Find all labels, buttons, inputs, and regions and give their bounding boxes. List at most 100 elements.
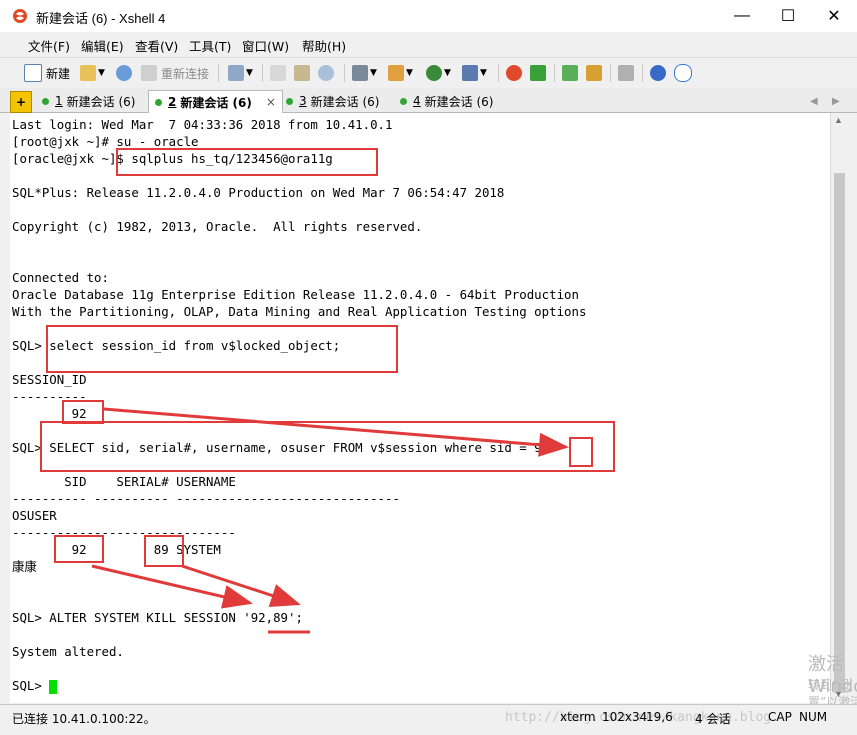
add-session-button[interactable]: + bbox=[10, 91, 32, 113]
chat-button[interactable] bbox=[674, 63, 692, 83]
copy-icon bbox=[270, 65, 286, 81]
scroll-up-icon[interactable]: ▲ bbox=[834, 115, 843, 125]
menu-file[interactable]: 文件(F) bbox=[28, 36, 70, 55]
open-button[interactable]: ▼ bbox=[80, 63, 105, 83]
scrollbar-thumb[interactable] bbox=[834, 173, 845, 693]
terminal-line: 92 89 SYSTEM bbox=[12, 542, 221, 557]
tab-close-icon[interactable]: × bbox=[266, 95, 276, 109]
transfer-icon bbox=[388, 65, 404, 81]
xftp-icon bbox=[530, 65, 546, 81]
terminal-line: SQL> ALTER SYSTEM KILL SESSION '92,89'; bbox=[12, 610, 303, 625]
chevron-down-icon: ▼ bbox=[480, 68, 487, 78]
copy-button[interactable] bbox=[270, 63, 286, 83]
terminal-line: With the Partitioning, OLAP, Data Mining… bbox=[12, 304, 587, 319]
print-button[interactable]: ▼ bbox=[352, 63, 377, 83]
terminal-line: OSUSER bbox=[12, 508, 57, 523]
tab-label: 新建会话 (6) bbox=[66, 94, 136, 109]
connection-status: 已连接 10.41.0.100:22。 bbox=[12, 712, 156, 726]
reconnect-icon bbox=[141, 65, 157, 81]
terminal-line: Last login: Wed Mar 7 04:33:36 2018 from… bbox=[12, 117, 393, 132]
chevron-down-icon: ▼ bbox=[444, 68, 451, 78]
globe-button[interactable]: ▼ bbox=[426, 63, 451, 83]
properties-button[interactable]: ▼ bbox=[228, 63, 253, 83]
cap-indicator: CAP bbox=[768, 710, 792, 724]
layout-button[interactable] bbox=[562, 63, 578, 83]
tab-number: 3 bbox=[299, 94, 307, 108]
terminal-line: 康康 bbox=[12, 559, 37, 574]
tab-session-2[interactable]: 2 新建会话 (6) × bbox=[148, 90, 283, 113]
tab-session-3[interactable]: 3 新建会话 (6) bbox=[280, 91, 379, 111]
xshell-button[interactable] bbox=[506, 63, 522, 83]
terminal-scrollbar[interactable]: ▲ ▼ bbox=[830, 113, 848, 703]
new-session-icon bbox=[24, 64, 42, 82]
globe-icon bbox=[426, 65, 442, 81]
xshell-app-icon bbox=[13, 9, 27, 23]
terminal-type: xterm bbox=[560, 710, 596, 724]
menu-edit[interactable]: 编辑(E) bbox=[81, 36, 124, 55]
paste-button[interactable] bbox=[294, 63, 310, 83]
print-icon bbox=[352, 65, 368, 81]
tab-number: 4 bbox=[413, 94, 421, 108]
terminal-line: Oracle Database 11g Enterprise Edition R… bbox=[12, 287, 579, 302]
layout-icon bbox=[562, 65, 578, 81]
menu-help[interactable]: 帮助(H) bbox=[302, 36, 346, 55]
title-bar: 新建会话 (6) - Xshell 4 — ☐ ✕ bbox=[0, 0, 857, 32]
font-icon bbox=[462, 65, 478, 81]
new-session-label: 新建 bbox=[46, 66, 71, 81]
xshell-icon bbox=[506, 65, 522, 81]
lock-button[interactable] bbox=[586, 63, 602, 83]
terminal-line: SQL> bbox=[12, 677, 58, 694]
highlight-box-locked-object bbox=[46, 325, 398, 373]
highlight-box-serial bbox=[144, 535, 184, 567]
maximize-button[interactable]: ☐ bbox=[765, 0, 811, 32]
terminal-line: ---------- ---------- ------------------… bbox=[12, 491, 400, 506]
menu-window[interactable]: 窗口(W) bbox=[242, 36, 289, 55]
chevron-down-icon: ▼ bbox=[98, 68, 105, 78]
window-title: 新建会话 (6) - Xshell 4 bbox=[36, 11, 166, 26]
keyboard-button[interactable] bbox=[618, 63, 634, 83]
tab-scroll-right-icon[interactable]: ▶ bbox=[832, 91, 840, 111]
tab-label: 新建会话 (6) bbox=[310, 94, 380, 109]
xftp-button[interactable] bbox=[530, 63, 546, 83]
tab-label: 新建会话 (6) bbox=[424, 94, 494, 109]
num-indicator: NUM bbox=[799, 710, 828, 724]
connect-button[interactable] bbox=[116, 63, 132, 83]
xshell-window: 新建会话 (6) - Xshell 4 — ☐ ✕ 文件(F) 编辑(E) 查看… bbox=[0, 0, 857, 735]
connected-dot-icon bbox=[400, 97, 407, 105]
tab-session-1[interactable]: 1 新建会话 (6) bbox=[36, 91, 135, 111]
highlight-box-sqlplus bbox=[116, 148, 378, 176]
connected-dot-icon bbox=[155, 98, 162, 106]
terminal-cursor bbox=[49, 679, 58, 694]
terminal-line: System altered. bbox=[12, 644, 124, 659]
font-button[interactable]: ▼ bbox=[462, 63, 487, 83]
search-icon bbox=[318, 65, 334, 81]
connected-dot-icon bbox=[286, 97, 293, 105]
reconnect-button[interactable]: 重新连接 bbox=[141, 63, 209, 83]
highlight-box-sid-value bbox=[569, 437, 593, 467]
minimize-button[interactable]: — bbox=[719, 0, 765, 32]
reconnect-label: 重新连接 bbox=[161, 66, 210, 81]
tab-scroll-left-icon[interactable]: ◀ bbox=[810, 91, 818, 111]
connected-dot-icon bbox=[42, 97, 49, 105]
terminal-line: SQL*Plus: Release 11.2.0.4.0 Production … bbox=[12, 185, 505, 200]
folder-icon bbox=[80, 65, 96, 81]
new-session-button[interactable]: 新建 bbox=[24, 63, 70, 83]
find-button[interactable] bbox=[318, 63, 334, 83]
menu-view[interactable]: 查看(V) bbox=[135, 36, 178, 55]
tab-session-4[interactable]: 4 新建会话 (6) bbox=[394, 91, 493, 111]
link-icon bbox=[116, 65, 132, 81]
terminal-area[interactable]: Last login: Wed Mar 7 04:33:36 2018 from… bbox=[10, 113, 830, 703]
session-tab-bar: + 1 新建会话 (6) 2 新建会话 (6) × 3 新建会话 (6) 4 新… bbox=[0, 88, 857, 113]
chevron-down-icon: ▼ bbox=[370, 68, 377, 78]
transfer-button[interactable]: ▼ bbox=[388, 63, 413, 83]
chevron-down-icon: ▼ bbox=[406, 68, 413, 78]
menu-tools[interactable]: 工具(T) bbox=[189, 36, 231, 55]
plus-icon: + bbox=[15, 95, 27, 109]
chat-icon bbox=[674, 64, 692, 82]
help-button[interactable] bbox=[650, 63, 666, 83]
close-button[interactable]: ✕ bbox=[811, 0, 857, 32]
status-bar: 已连接 10.41.0.100:22。 http://blog.csdn.net… bbox=[0, 704, 857, 729]
terminal-line: SESSION_ID bbox=[12, 372, 87, 387]
properties-icon bbox=[228, 65, 244, 81]
highlight-box-session-query bbox=[40, 421, 615, 472]
